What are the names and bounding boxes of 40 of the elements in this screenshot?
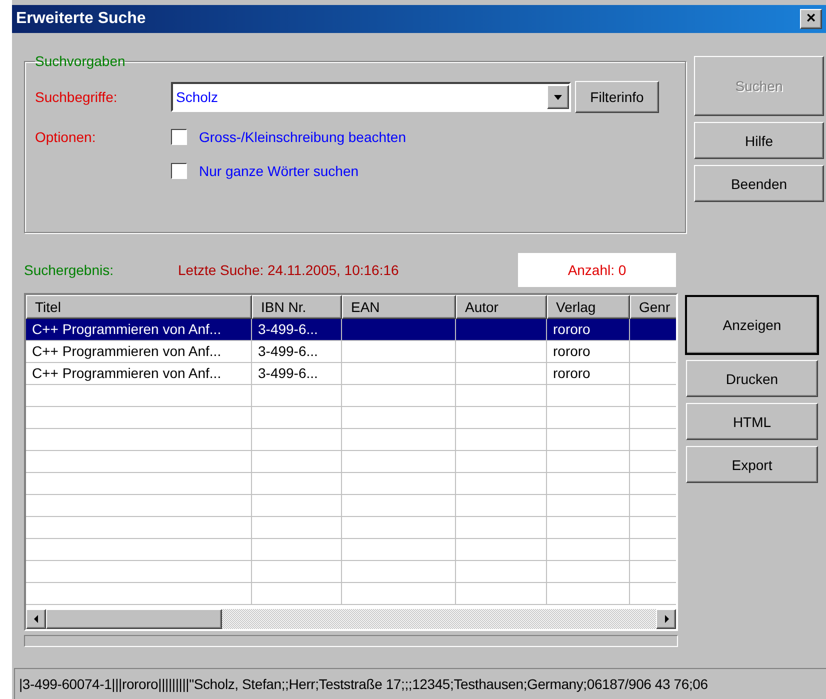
action-button[interactable]: Drucken (686, 360, 818, 397)
horizontal-scrollbar[interactable] (26, 609, 676, 629)
table-row[interactable]: C++ Programmieren von Anf... 3-499-6... rororo (26, 341, 676, 363)
scroll-left-button[interactable] (26, 609, 46, 629)
action-button[interactable]: HTML (686, 403, 818, 440)
option-label[interactable]: Gross-/Kleinschreibung beachten (199, 129, 406, 145)
option-label[interactable]: Nur ganze Wörter suchen (199, 163, 359, 179)
column-header[interactable]: Titel (26, 295, 252, 319)
table-row[interactable]: C++ Programmieren von Anf... 3-499-6... rororo (26, 319, 676, 341)
column-header[interactable]: Autor (456, 295, 547, 319)
side-button[interactable]: Hilfe (694, 122, 824, 159)
scroll-right-button[interactable] (656, 609, 676, 629)
count-display: Anzahl: 0 (518, 253, 676, 287)
last-search-text: Letzte Suche: 24.11.2005, 10:16:16 (178, 262, 400, 278)
search-combo[interactable]: Scholz (171, 82, 571, 112)
table-cell[interactable]: rororo (547, 319, 630, 340)
dropdown-button[interactable] (547, 85, 569, 109)
action-button[interactable]: Anzeigen (686, 296, 818, 354)
column-header[interactable]: Genr (630, 295, 676, 319)
result-label: Suchergebnis: (24, 262, 115, 278)
table-row[interactable]: C++ Programmieren von Anf... 3-499-6... rororo (26, 363, 676, 385)
column-header[interactable]: IBN Nr. (252, 295, 342, 319)
caret-icon (553, 92, 563, 102)
filter-button[interactable]: Filterinfo (575, 81, 659, 113)
field-label: Suchbegriffe: (35, 89, 118, 105)
checkbox[interactable] (171, 129, 187, 145)
options-label: Optionen: (35, 129, 97, 145)
side-button[interactable]: Beenden (694, 165, 824, 202)
column-header[interactable]: Verlag (547, 295, 630, 319)
left-arrow-icon (32, 614, 40, 624)
group-title: Suchvorgaben (35, 53, 126, 69)
column-header[interactable]: EAN (342, 295, 456, 319)
checkbox[interactable] (171, 163, 187, 179)
close-button[interactable]: × (800, 9, 822, 29)
status-text: |3-499-60074-1|||rororo|||||||||"Scholz, Stefan;;Herr;Teststraße 17;;;12345;Testhausen;Germany;06187/906 43 76;06 (19, 676, 708, 692)
window-title: Erweiterte Suche (16, 10, 146, 28)
table-cell[interactable]: C++ Programmieren von Anf... (26, 319, 252, 340)
action-button[interactable]: Export (686, 446, 818, 483)
right-arrow-icon (662, 614, 670, 624)
table-cell[interactable]: 3-499-6... (252, 319, 342, 340)
